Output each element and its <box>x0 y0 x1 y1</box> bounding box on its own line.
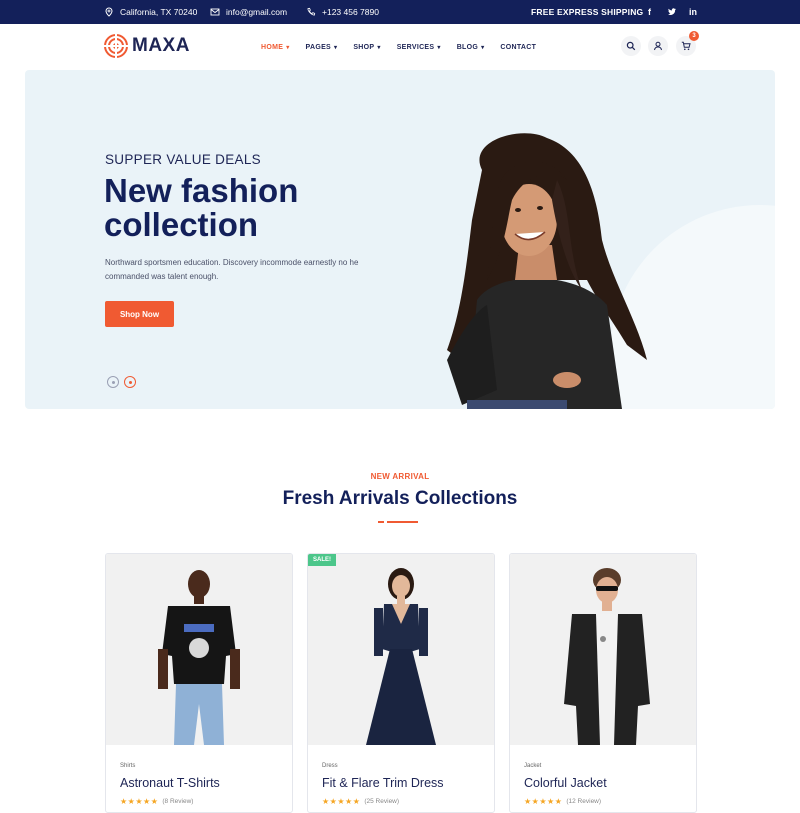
product-category: Shirts <box>120 763 136 769</box>
star-rating-icon: ★★★★★ <box>524 797 563 806</box>
cart-icon <box>681 41 691 51</box>
product-rating: ★★★★★ (8 Review) <box>120 797 193 806</box>
hero-title: New fashion collection <box>104 172 299 243</box>
facebook-icon[interactable]: f <box>648 0 651 24</box>
nav-contact-label[interactable]: CONTACT <box>500 44 536 51</box>
cart-button[interactable]: 3 <box>676 31 699 56</box>
main-nav: HOME ▾ PAGES ▾ SHOP ▾ SERVICES ▾ BLOG ▾ CONTA… <box>261 24 536 70</box>
hero-description: Northward sportsmen education. Discovery… <box>105 258 359 281</box>
user-icon <box>654 41 662 51</box>
product-card[interactable]: SALE! Dress Fit & Flare Trim Dress ★★★★★… <box>307 553 495 813</box>
account-button[interactable] <box>648 36 668 56</box>
nav-blog[interactable]: BLOG ▾ <box>457 44 485 51</box>
product-rating: ★★★★★ (25 Review) <box>322 797 399 806</box>
product-card[interactable]: Shirts Astronaut T-Shirts ★★★★★ (8 Revie… <box>105 553 293 813</box>
facebook-label[interactable]: f <box>648 7 651 17</box>
logo[interactable]: MAXA <box>104 34 190 58</box>
slider-dot-1[interactable] <box>107 376 119 388</box>
section-title: Fresh Arrivals Collections <box>282 488 518 509</box>
product-name[interactable]: Fit & Flare Trim Dress <box>322 776 444 790</box>
nav-shop-label[interactable]: SHOP <box>353 44 374 51</box>
shipping-text: FREE EXPRESS SHIPPING <box>531 7 644 17</box>
product-image[interactable] <box>510 554 696 745</box>
phone-text[interactable]: +123 456 7890 <box>322 7 379 17</box>
nav-pages[interactable]: PAGES ▾ <box>306 44 338 51</box>
product-rating: ★★★★★ (12 Review) <box>524 797 601 806</box>
product-photo-jacket <box>564 568 650 745</box>
nav-home-label[interactable]: HOME <box>261 44 283 51</box>
top-bar: California, TX 70240 info@gmail.com +123… <box>0 0 800 24</box>
logo-text: MAXA <box>132 35 190 56</box>
map-pin-icon <box>105 7 113 17</box>
nav-services[interactable]: SERVICES ▾ <box>397 44 441 51</box>
product-photo-dress <box>366 568 436 745</box>
chevron-down-icon: ▾ <box>286 44 290 51</box>
slider-dot-2[interactable] <box>124 376 136 388</box>
product-name[interactable]: Colorful Jacket <box>524 776 607 790</box>
chevron-down-icon: ▾ <box>481 44 485 51</box>
star-rating-icon: ★★★★★ <box>322 797 361 806</box>
product-name[interactable]: Astronaut T-Shirts <box>120 776 220 790</box>
hero-kicker: SUPPER VALUE DEALS <box>105 152 261 167</box>
shop-now-button[interactable]: Shop Now <box>105 301 174 327</box>
nav-services-label[interactable]: SERVICES <box>397 44 435 51</box>
search-icon <box>626 41 636 51</box>
mail-icon <box>210 8 220 16</box>
linkedin-icon[interactable]: in <box>689 0 697 24</box>
main-header: MAXA HOME ▾ PAGES ▾ SHOP ▾ SERVICES ▾ BLOG ▾ … <box>0 24 800 70</box>
email-text[interactable]: info@gmail.com <box>226 7 287 17</box>
twitter-icon[interactable] <box>667 0 677 24</box>
chevron-down-icon: ▾ <box>334 44 338 51</box>
nav-pages-label[interactable]: PAGES <box>306 44 332 51</box>
product-photo-tshirt <box>158 570 240 745</box>
linkedin-label[interactable]: in <box>689 7 697 17</box>
location-info: California, TX 70240 <box>104 0 197 24</box>
location-text: California, TX 70240 <box>120 7 198 17</box>
review-count: (8 Review) <box>162 798 194 805</box>
section-divider <box>378 521 418 523</box>
cart-count-badge: 3 <box>689 31 699 41</box>
hero-banner: SUPPER VALUE DEALS New fashion collectio… <box>25 70 775 409</box>
nav-shop[interactable]: SHOP ▾ <box>353 44 380 51</box>
product-card[interactable]: Jacket Colorful Jacket ★★★★★ (12 Review) <box>509 553 697 813</box>
section-kicker: NEW ARRIVAL <box>370 472 430 481</box>
twitter-bird-icon[interactable] <box>667 7 677 17</box>
phone-info[interactable]: +123 456 7890 <box>306 0 379 24</box>
review-count: (12 Review) <box>566 798 602 805</box>
chevron-down-icon: ▾ <box>377 44 381 51</box>
product-category: Dress <box>322 763 338 769</box>
nav-blog-label[interactable]: BLOG <box>457 44 478 51</box>
sale-badge: SALE! <box>308 554 336 566</box>
search-button[interactable] <box>621 36 641 56</box>
star-rating-icon: ★★★★★ <box>120 797 159 806</box>
phone-icon <box>307 7 316 16</box>
shipping-notice: FREE EXPRESS SHIPPING <box>531 0 643 24</box>
chevron-down-icon: ▾ <box>437 44 441 51</box>
nav-home[interactable]: HOME ▾ <box>261 44 290 51</box>
logo-mark-icon <box>104 34 128 58</box>
product-category: Jacket <box>524 763 542 769</box>
nav-contact[interactable]: CONTACT <box>500 44 536 51</box>
review-count: (25 Review) <box>364 798 400 805</box>
product-image[interactable] <box>308 554 494 745</box>
hero-model-image <box>447 133 647 409</box>
email-info[interactable]: info@gmail.com <box>210 0 287 24</box>
product-image[interactable] <box>106 554 292 745</box>
